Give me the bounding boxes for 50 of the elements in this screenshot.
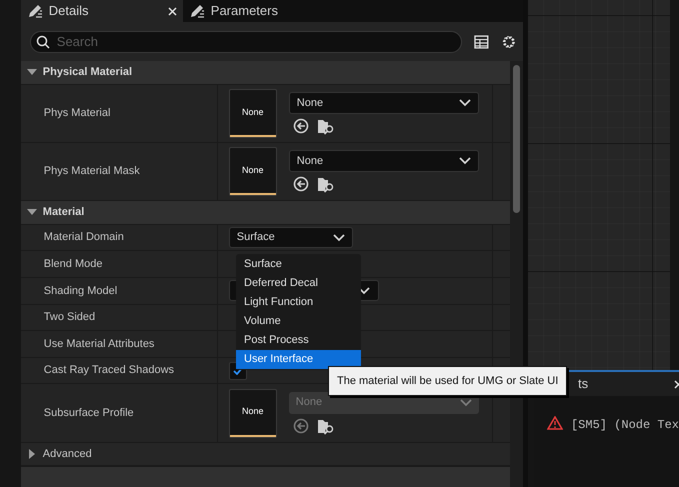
- asset-thumbnail[interactable]: None: [228, 88, 277, 138]
- close-icon[interactable]: [168, 6, 177, 16]
- section-header[interactable]: Material: [20, 201, 510, 225]
- dropdown-option[interactable]: Light Function: [236, 293, 361, 312]
- property-label: Use Material Attributes: [44, 336, 154, 352]
- table-icon[interactable]: [474, 34, 490, 48]
- browse-folder-icon[interactable]: [316, 176, 335, 193]
- tooltip: The material will be used for UMG or Slate UI: [328, 366, 568, 396]
- collapsed-arrow-icon: [26, 448, 37, 459]
- browse-folder-icon[interactable]: [316, 418, 335, 435]
- thumbnail-label: None: [241, 405, 265, 418]
- asset-combo-box[interactable]: None: [288, 92, 479, 114]
- property-label: Material Domain: [44, 230, 124, 246]
- search-field[interactable]: Search: [30, 30, 462, 52]
- close-icon[interactable]: [674, 380, 679, 388]
- dropdown-option[interactable]: Surface: [236, 255, 361, 274]
- settings-icon[interactable]: [501, 34, 517, 50]
- material-domain-combo[interactable]: Surface: [228, 227, 353, 248]
- pencil-icon: [188, 3, 205, 19]
- property-label: Subsurface Profile: [44, 406, 134, 421]
- dropdown-option[interactable]: Volume: [236, 312, 361, 331]
- property-label: Shading Model: [44, 284, 118, 298]
- property-label: Blend Mode: [44, 256, 102, 272]
- search-icon: [36, 34, 50, 48]
- dropdown-option[interactable]: Post Process: [236, 331, 361, 350]
- dropdown-option[interactable]: User Interface: [236, 350, 361, 369]
- chevron-down-icon: [332, 234, 345, 242]
- expanded-arrow-icon: [26, 207, 37, 218]
- thumbnail-label: None: [241, 164, 265, 177]
- property-label: Two Sided: [44, 310, 96, 326]
- log-message: [SM5] (Node Tex: [570, 417, 679, 434]
- expanded-arrow-icon: [26, 67, 37, 78]
- property-label: Cast Ray Traced Shadows: [44, 363, 174, 378]
- pencil-icon: [26, 3, 43, 19]
- log-tab[interactable]: ts: [578, 374, 588, 394]
- warning-icon: [546, 416, 563, 430]
- thumbnail-label: None: [241, 106, 265, 118]
- property-label: Phys Material: [44, 106, 110, 121]
- section-header[interactable]: Advanced: [20, 442, 510, 466]
- browse-folder-icon[interactable]: [316, 118, 335, 135]
- dropdown-option[interactable]: Deferred Decal: [236, 274, 361, 293]
- chevron-down-icon: [458, 156, 471, 165]
- property-label: Phys Material Mask: [44, 164, 140, 180]
- chevron-down-icon: [458, 98, 471, 107]
- asset-thumbnail[interactable]: None: [228, 146, 277, 196]
- section-header[interactable]: Physical Material: [20, 61, 510, 85]
- asset-combo-box[interactable]: None: [288, 150, 479, 172]
- chevron-down-icon: [460, 398, 472, 407]
- scrollbar-thumb[interactable]: [512, 65, 520, 213]
- panel-tab[interactable]: Details: [20, 0, 183, 22]
